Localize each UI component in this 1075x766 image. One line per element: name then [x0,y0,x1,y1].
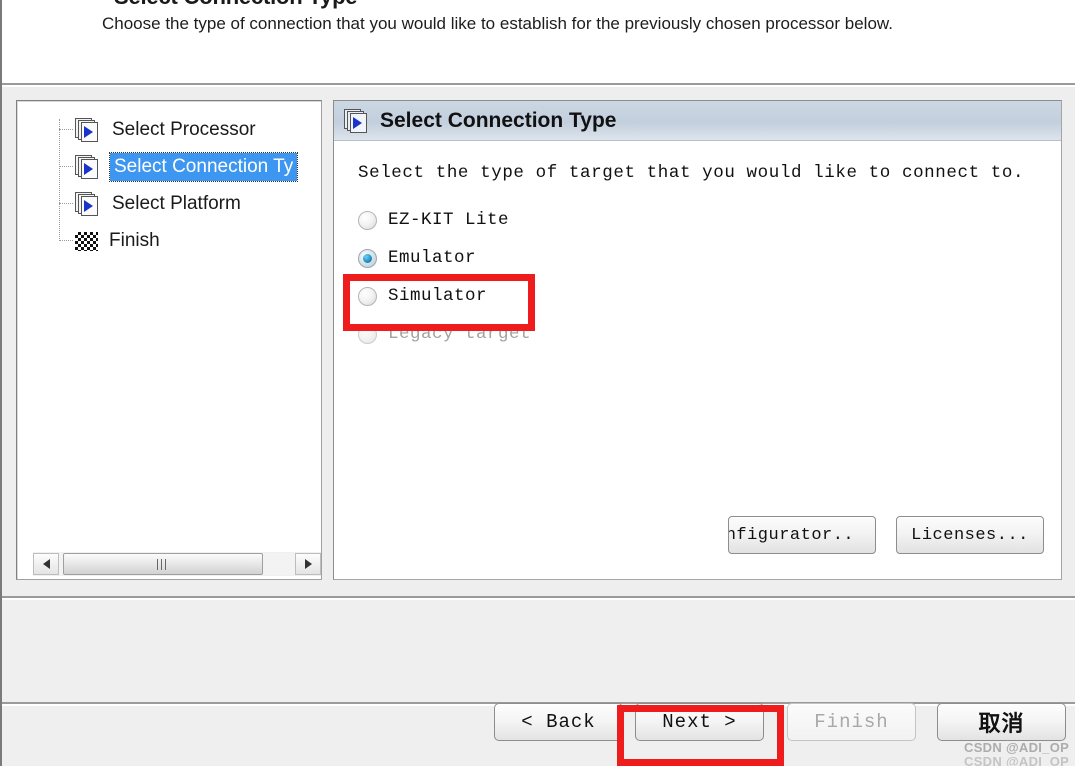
finish-button-label: Finish [814,711,889,733]
connection-type-radio-group[interactable]: EZ-KIT Lite Emulator Simulator Legacy ta… [358,201,1061,353]
tree-item-label: Select Connection Ty [108,151,299,182]
scroll-left-arrow-icon[interactable] [33,553,59,575]
scrollbar-thumb[interactable] [63,553,263,575]
radio-button-icon[interactable] [358,248,377,268]
scrollbar-track[interactable] [59,553,295,575]
radio-option-emulator[interactable]: Emulator [358,239,1061,277]
tree-connector-stub [59,240,73,241]
radio-option-simulator[interactable]: Simulator [358,277,1061,315]
radio-button-icon[interactable] [358,286,377,306]
radio-option-ez-kit-lite[interactable]: EZ-KIT Lite [358,201,1061,239]
tree-connector-stub [59,129,73,130]
tree-item-select-platform[interactable]: Select Platform [17,185,321,222]
wizard-step-tree[interactable]: Select Processor Select Connection Ty Se… [16,100,322,580]
back-button-label: < Back [521,711,596,733]
checkered-flag-icon [75,232,98,251]
page-arrow-icon [75,117,101,142]
next-button[interactable]: Next > [635,703,764,741]
radio-label: Simulator [388,286,488,306]
panel-instruction-text: Select the type of target that you would… [358,163,1025,183]
licenses-button[interactable]: Licenses... [896,516,1044,554]
configurator-button-label: onfigurator.. [728,525,855,545]
finish-button: Finish [787,703,916,741]
next-button-label: Next > [662,711,737,733]
tree-item-select-processor[interactable]: Select Processor [17,111,321,148]
cancel-button-label: 取消 [978,712,1025,737]
tree-item-select-connection-type[interactable]: Select Connection Ty [17,148,321,185]
radio-label: Legacy target [388,324,532,344]
radio-button-icon [358,324,377,344]
panel-action-buttons: onfigurator.. Licenses... [334,516,1061,554]
radio-option-legacy-target: Legacy target [358,315,1061,353]
page-title: Select Connection Type [114,0,358,10]
wizard-spacer [2,600,1075,704]
panel-title: Select Connection Type [380,108,617,132]
grip-icon [157,558,169,570]
radio-button-icon[interactable] [358,210,377,230]
tree-item-label: Finish [109,229,160,251]
page-arrow-icon [75,191,101,216]
back-button[interactable]: < Back [494,703,623,741]
tree-connector-stub [59,203,73,204]
tree-item-label: Select Platform [112,192,241,214]
panel-body: Select the type of target that you would… [334,141,1061,353]
scroll-right-arrow-icon[interactable] [295,553,321,575]
wizard-header: Select Connection Type Choose the type o… [2,0,1075,85]
connection-type-panel: Select Connection Type Select the type o… [333,100,1062,580]
page-subtitle: Choose the type of connection that you w… [102,14,893,33]
wizard-window: Select Connection Type Choose the type o… [0,0,1075,766]
tree-connector-stub [59,166,73,167]
cancel-button[interactable]: 取消 [937,703,1066,741]
radio-label: Emulator [388,248,477,268]
tree-horizontal-scrollbar[interactable] [33,552,321,576]
configurator-button[interactable]: onfigurator.. [728,516,876,554]
panel-header: Select Connection Type [334,101,1061,141]
tree-item-finish[interactable]: Finish [17,222,321,259]
tree-item-label: Select Processor [112,118,256,140]
radio-label: EZ-KIT Lite [388,210,510,230]
page-arrow-icon [344,108,370,133]
licenses-button-label: Licenses... [911,525,1029,545]
page-arrow-icon [75,154,101,179]
